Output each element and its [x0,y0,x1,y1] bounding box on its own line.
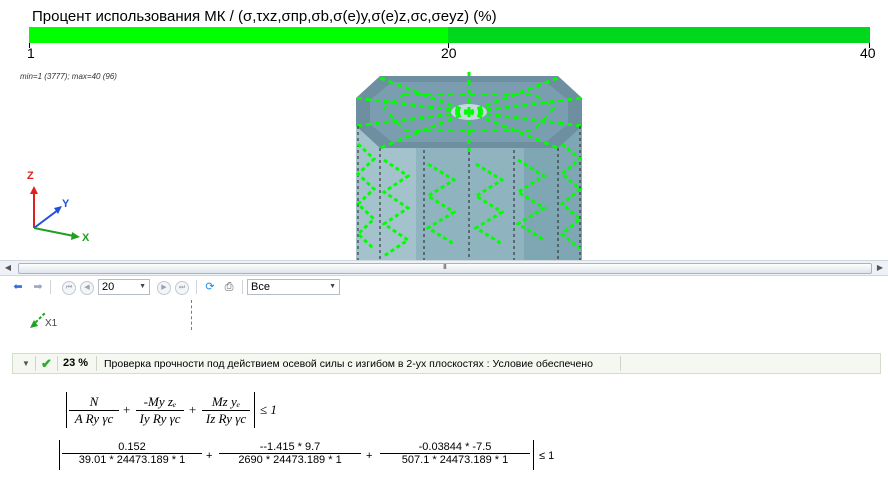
first-page-icon[interactable]: ⏮ [62,281,76,295]
condition-limit: ≤ 1 [260,402,277,417]
cylinder-model[interactable] [344,64,594,260]
check-description: Проверка прочности под действием осевой … [104,358,593,370]
color-scale-bar [29,27,870,43]
abs-bar-left [66,392,67,428]
term-moment-z: Mz yₑ Iz Ry γc [202,394,250,427]
plus-sign: + [206,450,213,462]
scrollbar-thumb[interactable]: III [18,263,872,274]
header-separator [620,356,621,371]
axis-x-label: X [82,232,90,244]
plus-sign: + [123,402,131,417]
toolbar-separator [196,280,197,294]
scrollbar-grip-icon: III [443,264,447,271]
term-moment-z-value: -0.03844 * -7.5 507.1 * 24473.189 * 1 [380,441,530,466]
check-result-header[interactable]: ▼ ✔ 23 % Проверка прочности под действие… [12,353,881,374]
header-separator [57,356,58,371]
term-moment-y-value: --1.415 * 9.7 2690 * 24473.189 * 1 [219,441,361,466]
scroll-left-icon[interactable]: ◀ [0,261,16,275]
abs-bar-right [533,440,534,470]
color-scale-high-segment [448,27,870,43]
chevron-down-icon: ▼ [329,283,336,290]
condition-limit: ≤ 1 [539,450,555,462]
utilization-percent: 23 % [63,357,89,369]
page-number-select[interactable]: 20 ▼ [98,279,150,295]
abs-bar-right [254,392,255,428]
scale-tick-label-max: 40 [860,45,876,61]
scale-tick-label-mid: 20 [441,45,457,61]
header-separator [35,356,36,371]
check-mark-icon: ✔ [41,356,52,371]
term-axial-value: 0.152 39.01 * 24473.189 * 1 [62,441,202,466]
scale-tick-label-min: 1 [27,45,35,61]
print-icon[interactable]: ⎙ [221,279,237,295]
abs-bar-left [59,440,60,470]
next-page-icon[interactable]: ▶ [157,281,171,295]
page-number-value: 20 [102,281,115,293]
arrow-right-icon[interactable]: ➡ [30,279,46,295]
previous-page-icon[interactable]: ◀ [80,281,94,295]
filter-value: Все [251,281,270,293]
header-separator [96,356,97,371]
scroll-right-icon[interactable]: ▶ [872,261,888,275]
section-marker-line [191,300,192,330]
term-moment-y: -My zₑ Iy Ry γc [136,394,184,427]
last-page-icon[interactable]: ⏭ [175,281,189,295]
chevron-down-icon: ▼ [139,283,146,290]
axis-y-label: Y [62,198,70,210]
plus-sign: + [366,450,373,462]
plus-sign: + [189,402,197,417]
refresh-icon[interactable]: ⟳ [202,279,218,295]
model-viewport[interactable]: min=1 (3777); max=40 (96) Z Y X [0,64,888,260]
toolbar-separator [242,280,243,294]
toolbar-separator [50,280,51,294]
legend-title: Процент использования МК / (σ,τxz,σпр,σb… [32,8,497,25]
color-scale-low-segment [29,27,448,43]
collapse-toggle-icon[interactable]: ▼ [22,359,30,368]
arrow-left-icon[interactable]: ⬅ [10,279,26,295]
navigation-toolbar: ⬅ ➡ ⏮ ◀ 20 ▼ ▶ ⏭ ⟳ ⎙ Все ▼ [0,276,888,298]
filter-select[interactable]: Все ▼ [247,279,340,295]
local-axis-label: X1 [45,318,58,329]
term-axial: N A Ry γc [69,394,119,427]
axis-z-label: Z [27,170,34,182]
horizontal-scrollbar[interactable]: ◀ III ▶ [0,260,888,276]
min-max-label: min=1 (3777); max=40 (96) [20,72,117,81]
